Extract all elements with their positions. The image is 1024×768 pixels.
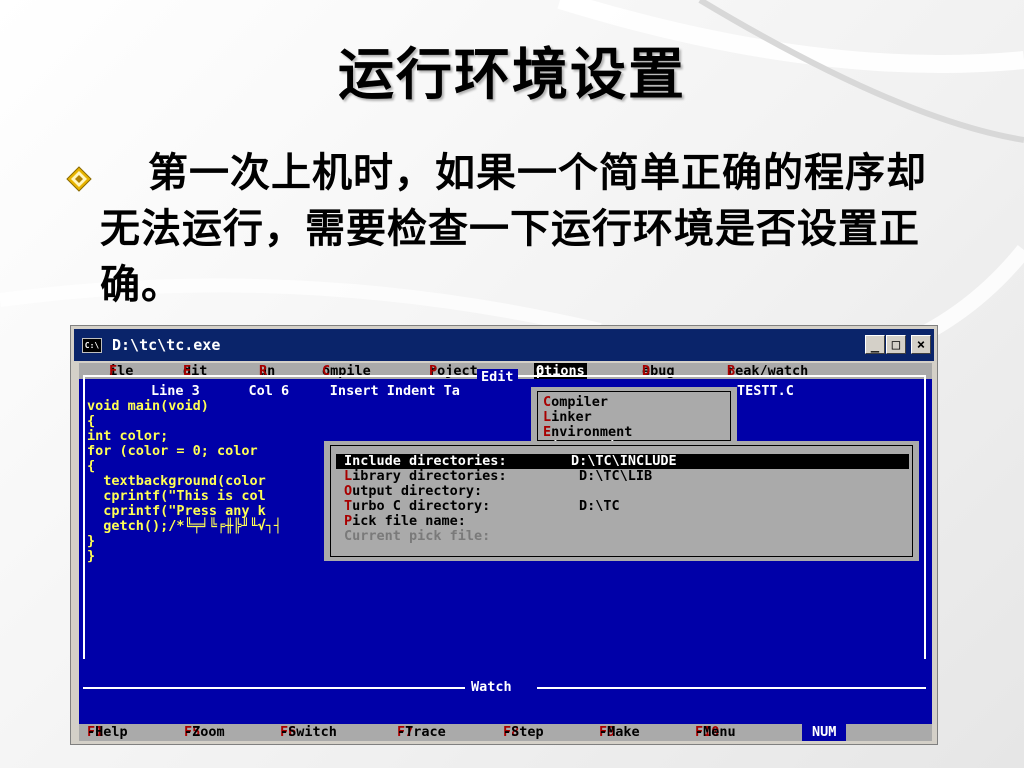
code-line[interactable]: for (color = 0; color [87,444,258,459]
watch-window-label: Watch [471,679,512,695]
console-icon: C:\ [82,338,102,353]
slide-title: 运行环境设置 [338,42,686,108]
options-item-linker[interactable]: Linker [543,410,592,425]
code-line[interactable]: cprintf("Press any k [87,504,266,519]
current-pick-file-field: Current pick file: [344,528,491,544]
minimize-button[interactable]: _ [865,335,885,354]
code-line[interactable]: cprintf("This is col [87,489,266,504]
maximize-button[interactable]: □ [886,335,906,354]
function-key-bar: F1 -Help F5 -Zoom F6 -Switch F7 -Trace F8 -St… [79,724,932,741]
code-line[interactable]: { [87,459,95,474]
watch-divider-right [537,687,926,689]
editor-filename: TESTT.C [737,383,794,399]
options-item-compiler[interactable]: Compiler [543,395,608,410]
editor-status-line: Line 3 Col 6 Insert Indent Ta [151,383,460,399]
watch-divider-left [83,687,465,689]
include-directories-field[interactable]: Include directories: D:\TC\INCLUDE [336,454,909,469]
window-titlebar[interactable]: C:\ D:\tc\tc.exe _ □ × [74,329,934,361]
turbo-c-directory-field[interactable]: Turbo C directory: D:\TC [344,499,620,514]
slide-body-text: 第一次上机时，如果一个简单正确的程序却无法运行，需要检查一下运行环境是否设置正确… [100,149,927,308]
close-button[interactable]: × [911,335,931,354]
code-line[interactable]: int color; [87,429,168,444]
output-directory-field[interactable]: Output directory: [344,484,482,499]
code-line[interactable]: { [87,414,95,429]
dos-window: C:\ D:\tc\tc.exe _ □ × File Edit Run Com… [70,325,938,745]
turbo-c-console: File Edit Run Compile Project Options De… [79,363,932,741]
code-line[interactable]: } [87,534,95,549]
code-line[interactable]: getch();/*╚╤╛╚╒╫╠╜╙√┐┤ [87,519,282,534]
code-line[interactable]: } [87,549,95,564]
edit-window-label: Edit [477,369,518,385]
code-line[interactable]: void main(void) [87,399,209,414]
pick-file-name-field[interactable]: Pick file name: [344,514,466,529]
num-lock-indicator: NUM [802,724,847,741]
directories-dialog: Include directories: D:\TC\INCLUDE Librar… [324,441,919,561]
code-line[interactable]: textbackground(color [87,474,266,489]
library-directories-field[interactable]: Library directories: D:\TC\LIB [344,469,652,484]
options-item-environment[interactable]: Environment [543,425,632,440]
diamond-bullet-icon [66,166,92,192]
window-title: D:\tc\tc.exe [112,336,221,354]
